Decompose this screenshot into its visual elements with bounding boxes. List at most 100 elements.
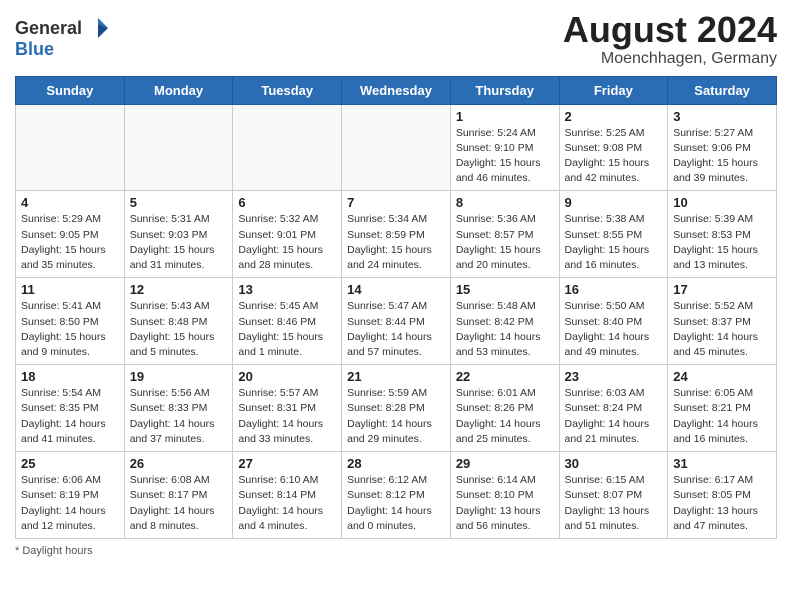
col-header-monday: Monday: [124, 76, 233, 104]
calendar-day-cell: 27 Sunrise: 6:10 AMSunset: 8:14 PMDayligh…: [233, 452, 342, 539]
day-number: 21: [347, 369, 445, 384]
calendar-day-cell: 31 Sunrise: 6:17 AMSunset: 8:05 PMDayligh…: [668, 452, 777, 539]
day-info: Sunrise: 5:38 AMSunset: 8:55 PMDaylight:…: [565, 212, 663, 273]
day-info: Sunrise: 5:41 AMSunset: 8:50 PMDaylight:…: [21, 299, 119, 360]
day-info: Sunrise: 6:05 AMSunset: 8:21 PMDaylight:…: [673, 386, 771, 447]
month-year-title: August 2024: [563, 10, 777, 50]
calendar-day-cell: 4 Sunrise: 5:29 AMSunset: 9:05 PMDaylight…: [16, 191, 125, 278]
daylight-hours-label: Daylight hours: [22, 545, 92, 557]
day-info: Sunrise: 5:56 AMSunset: 8:33 PMDaylight:…: [130, 386, 228, 447]
calendar-week-3: 11Sunrise: 5:41 AMSunset: 8:50 PMDayligh…: [16, 278, 777, 365]
day-info: Sunrise: 6:10 AMSunset: 8:14 PMDaylight:…: [238, 473, 336, 534]
day-info: Sunrise: 5:32 AMSunset: 9:01 PMDaylight:…: [238, 212, 336, 273]
calendar-day-cell: 10 Sunrise: 5:39 AMSunset: 8:53 PMDayligh…: [668, 191, 777, 278]
calendar-day-cell: [233, 104, 342, 191]
calendar-day-cell: 5 Sunrise: 5:31 AMSunset: 9:03 PMDaylight…: [124, 191, 233, 278]
day-info: Sunrise: 6:08 AMSunset: 8:17 PMDaylight:…: [130, 473, 228, 534]
day-info: Sunrise: 5:29 AMSunset: 9:05 PMDaylight:…: [21, 212, 119, 273]
day-number: 22: [456, 369, 554, 384]
calendar-day-cell: 19 Sunrise: 5:56 AMSunset: 8:33 PMDayligh…: [124, 365, 233, 452]
col-header-friday: Friday: [559, 76, 668, 104]
calendar-day-cell: 24Sunrise: 6:05 AMSunset: 8:21 PMDayligh…: [668, 365, 777, 452]
calendar-day-cell: 14 Sunrise: 5:47 AMSunset: 8:44 PMDayligh…: [342, 278, 451, 365]
col-header-thursday: Thursday: [450, 76, 559, 104]
calendar-day-cell: 2 Sunrise: 5:25 AMSunset: 9:08 PMDaylight…: [559, 104, 668, 191]
day-info: Sunrise: 6:01 AMSunset: 8:26 PMDaylight:…: [456, 386, 554, 447]
day-number: 27: [238, 456, 336, 471]
day-info: Sunrise: 5:50 AMSunset: 8:40 PMDaylight:…: [565, 299, 663, 360]
calendar-day-cell: 3Sunrise: 5:27 AMSunset: 9:06 PMDaylight…: [668, 104, 777, 191]
day-info: Sunrise: 5:31 AMSunset: 9:03 PMDaylight:…: [130, 212, 228, 273]
day-number: 5: [130, 195, 228, 210]
day-info: Sunrise: 5:59 AMSunset: 8:28 PMDaylight:…: [347, 386, 445, 447]
logo: General Blue: [15, 16, 110, 58]
day-number: 12: [130, 282, 228, 297]
day-info: Sunrise: 6:12 AMSunset: 8:12 PMDaylight:…: [347, 473, 445, 534]
day-number: 30: [565, 456, 663, 471]
calendar-day-cell: 22 Sunrise: 6:01 AMSunset: 8:26 PMDayligh…: [450, 365, 559, 452]
calendar-week-4: 18Sunrise: 5:54 AMSunset: 8:35 PMDayligh…: [16, 365, 777, 452]
day-number: 15: [456, 282, 554, 297]
calendar-day-cell: 23Sunrise: 6:03 AMSunset: 8:24 PMDayligh…: [559, 365, 668, 452]
calendar-day-cell: 25Sunrise: 6:06 AMSunset: 8:19 PMDayligh…: [16, 452, 125, 539]
logo-blue: Blue: [15, 40, 110, 58]
day-number: 2: [565, 109, 663, 124]
day-number: 31: [673, 456, 771, 471]
day-number: 4: [21, 195, 119, 210]
day-info: Sunrise: 5:47 AMSunset: 8:44 PMDaylight:…: [347, 299, 445, 360]
day-info: Sunrise: 6:03 AMSunset: 8:24 PMDaylight:…: [565, 386, 663, 447]
day-info: Sunrise: 5:27 AMSunset: 9:06 PMDaylight:…: [673, 126, 771, 187]
day-number: 20: [238, 369, 336, 384]
day-number: 1: [456, 109, 554, 124]
day-number: 26: [130, 456, 228, 471]
title-area: August 2024 Moenchhagen, Germany: [563, 10, 777, 68]
day-info: Sunrise: 5:52 AMSunset: 8:37 PMDaylight:…: [673, 299, 771, 360]
day-info: Sunrise: 6:17 AMSunset: 8:05 PMDaylight:…: [673, 473, 771, 534]
calendar-day-cell: 8 Sunrise: 5:36 AMSunset: 8:57 PMDaylight…: [450, 191, 559, 278]
calendar-table: SundayMondayTuesdayWednesdayThursdayFrid…: [15, 76, 777, 539]
day-info: Sunrise: 5:43 AMSunset: 8:48 PMDaylight:…: [130, 299, 228, 360]
location-subtitle: Moenchhagen, Germany: [563, 50, 777, 68]
calendar-day-cell: 17 Sunrise: 5:52 AMSunset: 8:37 PMDayligh…: [668, 278, 777, 365]
calendar-day-cell: 11Sunrise: 5:41 AMSunset: 8:50 PMDayligh…: [16, 278, 125, 365]
calendar-day-cell: 13Sunrise: 5:45 AMSunset: 8:46 PMDayligh…: [233, 278, 342, 365]
day-number: 10: [673, 195, 771, 210]
calendar-day-cell: [16, 104, 125, 191]
day-number: 29: [456, 456, 554, 471]
footer-note: * Daylight hours: [15, 545, 777, 557]
col-header-sunday: Sunday: [16, 76, 125, 104]
calendar-day-cell: 16 Sunrise: 5:50 AMSunset: 8:40 PMDayligh…: [559, 278, 668, 365]
calendar-day-cell: 1Sunrise: 5:24 AMSunset: 9:10 PMDaylight…: [450, 104, 559, 191]
calendar-day-cell: 15Sunrise: 5:48 AMSunset: 8:42 PMDayligh…: [450, 278, 559, 365]
logo-general: General: [15, 19, 82, 37]
col-header-tuesday: Tuesday: [233, 76, 342, 104]
day-number: 17: [673, 282, 771, 297]
day-number: 9: [565, 195, 663, 210]
calendar-day-cell: 28Sunrise: 6:12 AMSunset: 8:12 PMDayligh…: [342, 452, 451, 539]
day-number: 19: [130, 369, 228, 384]
day-number: 16: [565, 282, 663, 297]
calendar-day-cell: 26 Sunrise: 6:08 AMSunset: 8:17 PMDayligh…: [124, 452, 233, 539]
day-number: 14: [347, 282, 445, 297]
day-info: Sunrise: 6:15 AMSunset: 8:07 PMDaylight:…: [565, 473, 663, 534]
day-number: 18: [21, 369, 119, 384]
calendar-day-cell: [124, 104, 233, 191]
calendar-day-cell: 12 Sunrise: 5:43 AMSunset: 8:48 PMDayligh…: [124, 278, 233, 365]
calendar-day-cell: 9 Sunrise: 5:38 AMSunset: 8:55 PMDaylight…: [559, 191, 668, 278]
calendar-day-cell: 29 Sunrise: 6:14 AMSunset: 8:10 PMDayligh…: [450, 452, 559, 539]
day-info: Sunrise: 5:25 AMSunset: 9:08 PMDaylight:…: [565, 126, 663, 187]
calendar-day-cell: 20Sunrise: 5:57 AMSunset: 8:31 PMDayligh…: [233, 365, 342, 452]
day-number: 8: [456, 195, 554, 210]
day-info: Sunrise: 5:36 AMSunset: 8:57 PMDaylight:…: [456, 212, 554, 273]
day-info: Sunrise: 5:39 AMSunset: 8:53 PMDaylight:…: [673, 212, 771, 273]
calendar-week-2: 4 Sunrise: 5:29 AMSunset: 9:05 PMDaylight…: [16, 191, 777, 278]
day-info: Sunrise: 6:06 AMSunset: 8:19 PMDaylight:…: [21, 473, 119, 534]
logo-icon: [86, 16, 110, 40]
calendar-day-cell: 6 Sunrise: 5:32 AMSunset: 9:01 PMDaylight…: [233, 191, 342, 278]
day-number: 6: [238, 195, 336, 210]
calendar-week-5: 25Sunrise: 6:06 AMSunset: 8:19 PMDayligh…: [16, 452, 777, 539]
day-info: Sunrise: 6:14 AMSunset: 8:10 PMDaylight:…: [456, 473, 554, 534]
col-header-saturday: Saturday: [668, 76, 777, 104]
col-header-wednesday: Wednesday: [342, 76, 451, 104]
day-info: Sunrise: 5:34 AMSunset: 8:59 PMDaylight:…: [347, 212, 445, 273]
